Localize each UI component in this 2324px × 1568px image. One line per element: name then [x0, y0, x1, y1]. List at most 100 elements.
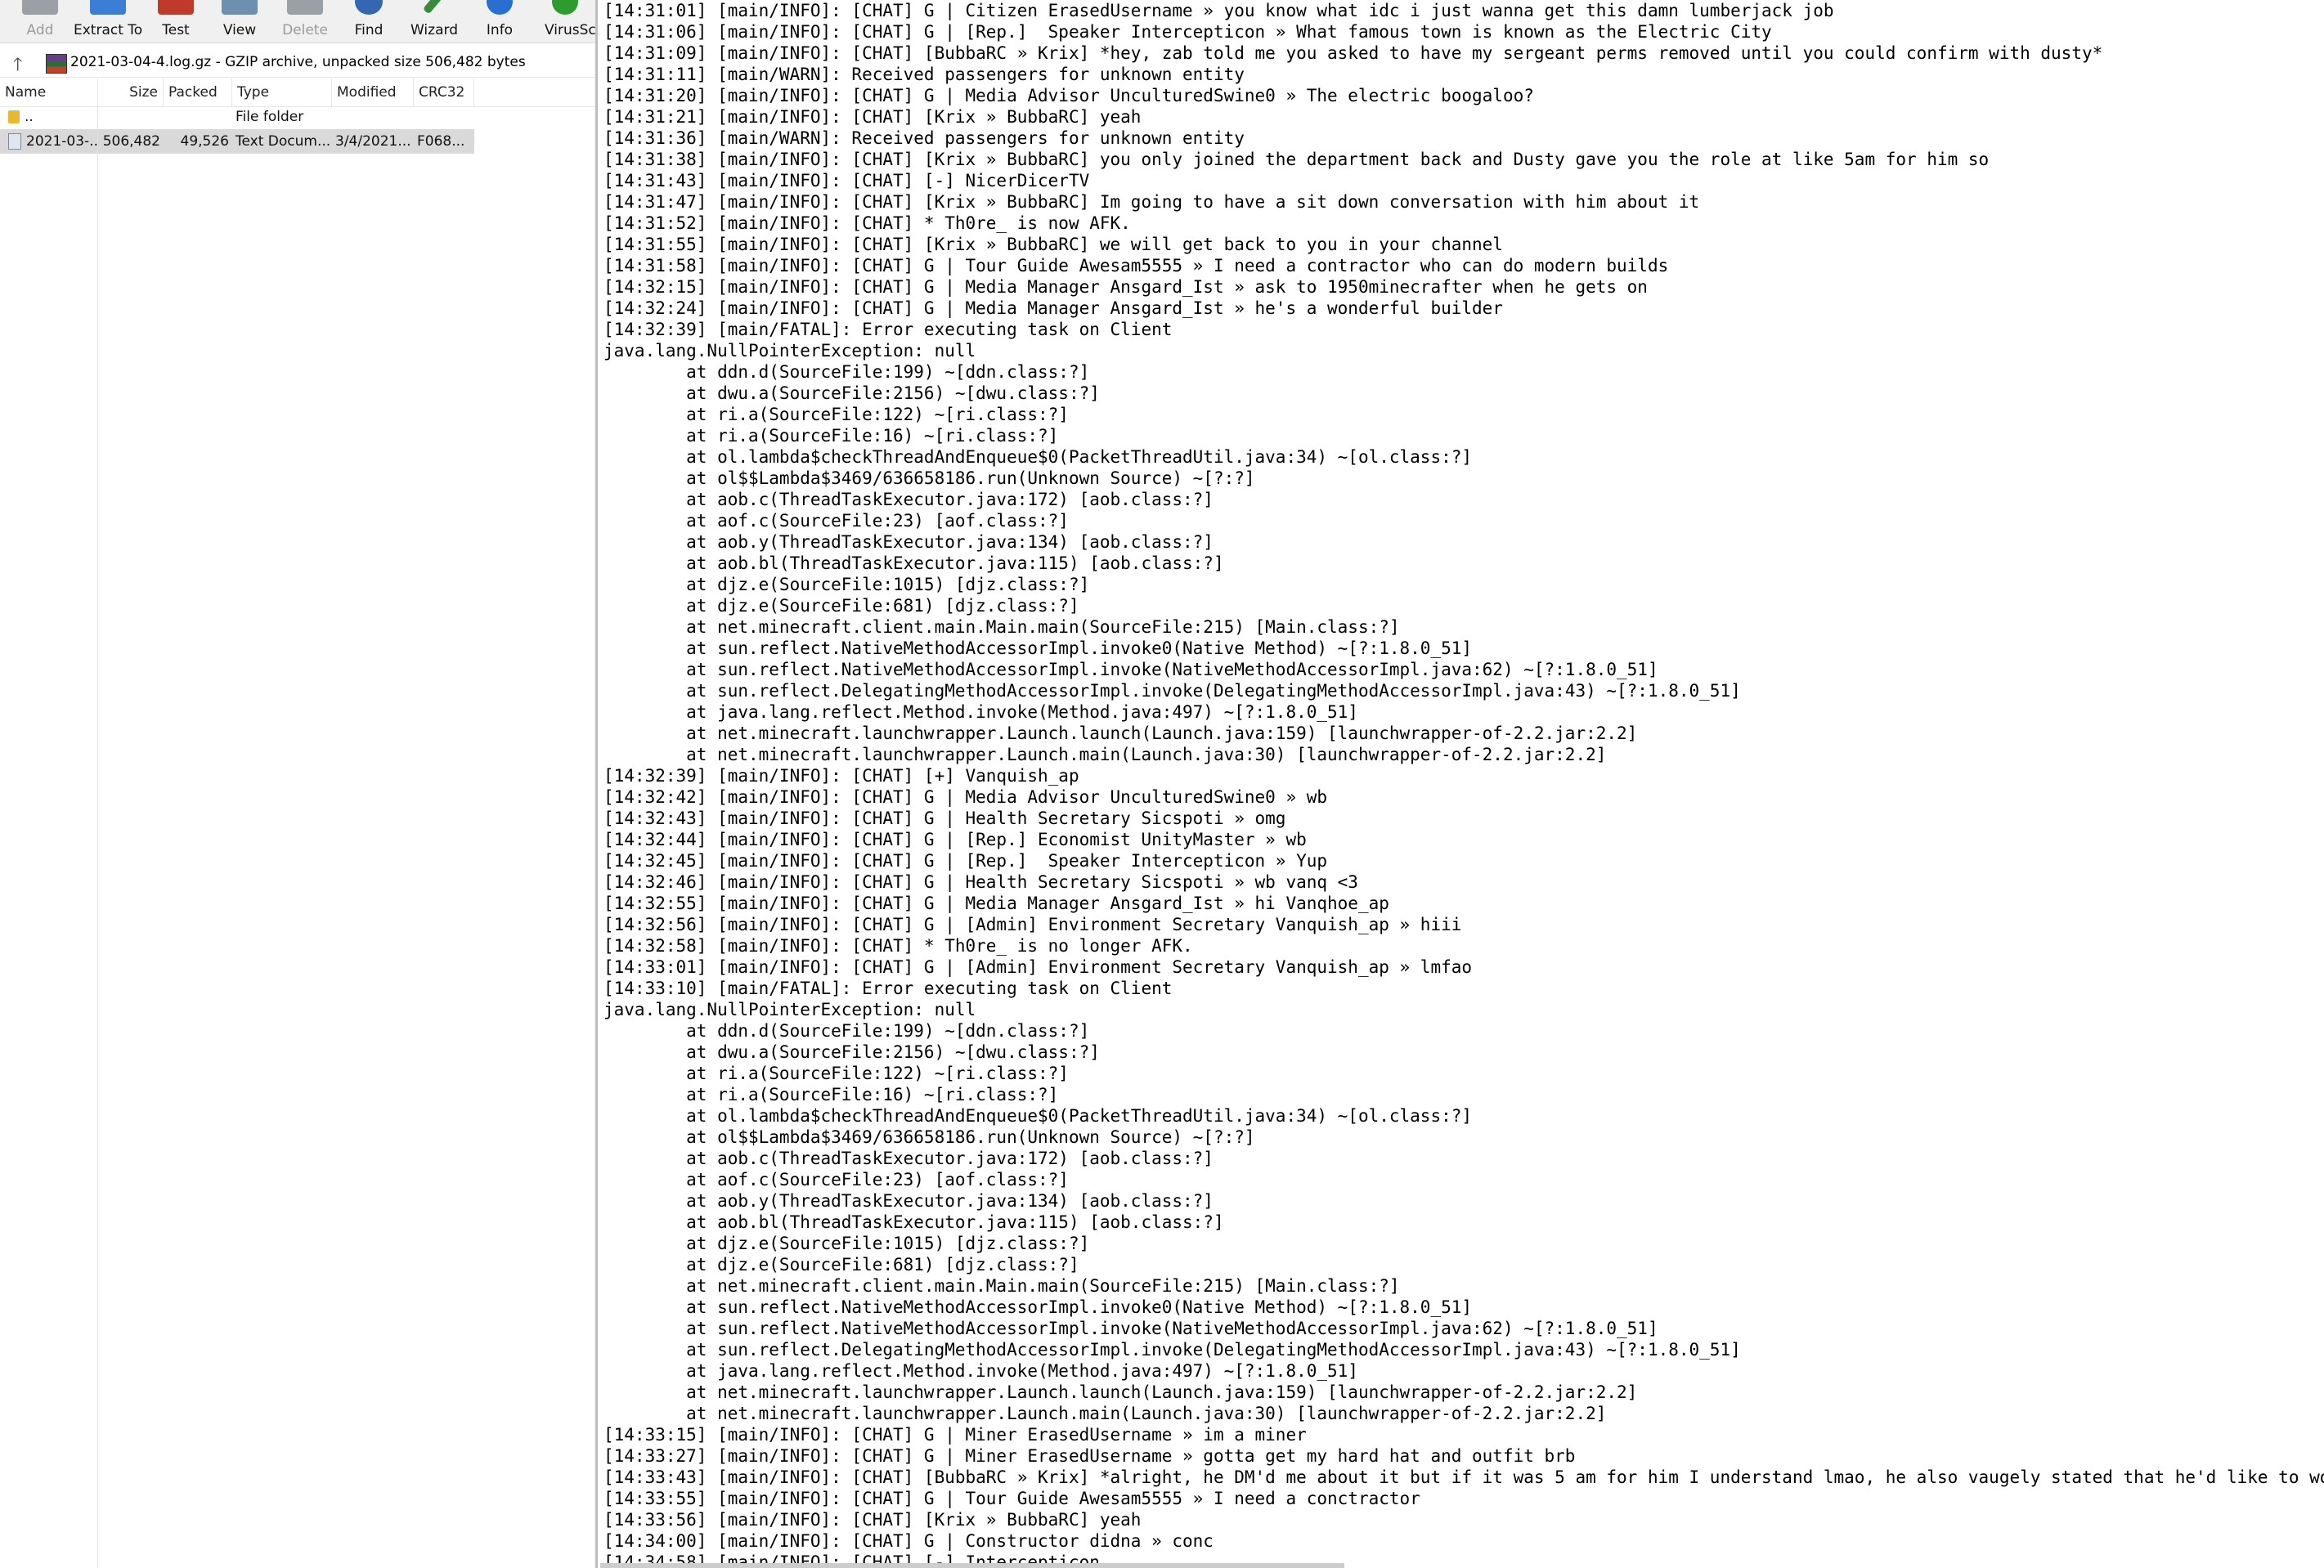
log-line: [14:34:00] [main/INFO]: [CHAT] G | Const…	[603, 1531, 1214, 1551]
log-line: at aob.bl(ThreadTaskExecutor.java:115) […	[603, 1212, 1224, 1232]
log-line: [14:31:58] [main/INFO]: [CHAT] G | Tour …	[603, 256, 1669, 276]
folder-icon	[8, 110, 20, 123]
log-line: at dwu.a(SourceFile:2156) ~[dwu.class:?]	[603, 383, 1100, 403]
archive-path: 2021-03-04-4.log.gz - GZIP archive, unpa…	[70, 54, 526, 70]
log-line: [14:33:10] [main/FATAL]: Error executing…	[603, 979, 1173, 998]
test-icon	[158, 0, 194, 15]
delete-button[interactable]: Delete	[273, 0, 337, 43]
info-button[interactable]: Info	[468, 0, 532, 43]
log-line: at djz.e(SourceFile:681) [djz.class:?]	[603, 596, 1079, 616]
log-line: at aof.c(SourceFile:23) [aof.class:?]	[603, 511, 1069, 531]
view-button[interactable]: View	[208, 0, 271, 43]
log-line: at java.lang.reflect.Method.invoke(Metho…	[603, 1361, 1358, 1381]
log-line: at sun.reflect.NativeMethodAccessorImpl.…	[603, 1319, 1658, 1338]
log-line: at net.minecraft.launchwrapper.Launch.la…	[603, 724, 1638, 743]
log-line: at aob.c(ThreadTaskExecutor.java:172) [a…	[603, 1149, 1214, 1168]
file-list-header: Name Size Packed Type Modified CRC32	[0, 78, 595, 107]
column-divider	[97, 106, 98, 1568]
log-line: at sun.reflect.DelegatingMethodAccessorI…	[603, 1340, 1741, 1360]
log-line: [14:31:11] [main/WARN]: Received passeng…	[603, 65, 1245, 84]
log-line: at ddn.d(SourceFile:199) ~[ddn.class:?]	[603, 362, 1090, 382]
log-line: [14:31:09] [main/INFO]: [CHAT] [BubbaRC …	[603, 43, 2103, 63]
column-header-name[interactable]: Name	[0, 78, 98, 106]
delete-icon	[287, 0, 323, 15]
view-icon	[222, 0, 258, 15]
log-line: at net.minecraft.launchwrapper.Launch.ma…	[603, 745, 1607, 764]
log-line: [14:31:01] [main/INFO]: [CHAT] G | Citiz…	[603, 1, 1834, 20]
gzip-archive-icon	[46, 54, 67, 74]
log-line: at ri.a(SourceFile:16) ~[ri.class:?]	[603, 1085, 1059, 1104]
log-line: [14:31:55] [main/INFO]: [CHAT] [Krix » B…	[603, 235, 1503, 254]
log-line: [14:32:55] [main/INFO]: [CHAT] G | Media…	[603, 894, 1389, 913]
extract-to-button[interactable]: Extract To	[74, 0, 142, 43]
log-line: [14:31:47] [main/INFO]: [CHAT] [Krix » B…	[603, 192, 1700, 212]
log-line: [14:32:39] [main/FATAL]: Error executing…	[603, 320, 1173, 339]
log-line: at ri.a(SourceFile:122) ~[ri.class:?]	[603, 405, 1069, 424]
log-line: at ol.lambda$checkThreadAndEnqueue$0(Pac…	[603, 447, 1473, 467]
horizontal-scrollbar[interactable]	[600, 1563, 1344, 1568]
log-line: [14:33:56] [main/INFO]: [CHAT] [Krix » B…	[603, 1510, 1142, 1530]
log-line: [14:32:39] [main/INFO]: [CHAT] [+] Vanqu…	[603, 766, 1079, 786]
up-arrow-icon[interactable]: 🡑	[13, 51, 22, 82]
find-icon	[355, 0, 383, 15]
log-line: at ri.a(SourceFile:16) ~[ri.class:?]	[603, 426, 1059, 446]
log-line: at ol$$Lambda$3469/636658186.run(Unknown…	[603, 468, 1255, 488]
log-text[interactable]: [14:31:01] [main/INFO]: [CHAT] G | Citiz…	[603, 0, 2324, 1568]
log-line: at aob.c(ThreadTaskExecutor.java:172) [a…	[603, 490, 1214, 509]
log-line: [14:33:43] [main/INFO]: [CHAT] [BubbaRC …	[603, 1467, 2324, 1487]
info-icon	[487, 0, 513, 15]
wizard-icon	[422, 0, 446, 15]
log-line: at djz.e(SourceFile:1015) [djz.class:?]	[603, 575, 1090, 594]
log-line: at net.minecraft.client.main.Main.main(S…	[603, 1276, 1400, 1296]
log-viewer[interactable]: [14:31:01] [main/INFO]: [CHAT] G | Citiz…	[600, 0, 2324, 1568]
log-line: at aob.y(ThreadTaskExecutor.java:134) [a…	[603, 1191, 1214, 1211]
log-line: [14:32:42] [main/INFO]: [CHAT] G | Media…	[603, 787, 1328, 807]
wizard-button[interactable]: Wizard	[402, 0, 466, 43]
log-line: [14:31:52] [main/INFO]: [CHAT] * Th0re_ …	[603, 213, 1131, 233]
log-line: [14:32:58] [main/INFO]: [CHAT] * Th0re_ …	[603, 936, 1193, 956]
log-line: [14:32:24] [main/INFO]: [CHAT] G | Media…	[603, 298, 1503, 318]
log-line: at aof.c(SourceFile:23) [aof.class:?]	[603, 1170, 1069, 1189]
address-bar[interactable]: 🡑 2021-03-04-4.log.gz - GZIP archive, un…	[0, 47, 595, 78]
log-line: java.lang.NullPointerException: null	[603, 341, 976, 361]
log-line: [14:32:44] [main/INFO]: [CHAT] G | [Rep.…	[603, 830, 1307, 849]
column-header-size[interactable]: Size	[98, 78, 164, 106]
column-header-modified[interactable]: Modified	[332, 78, 414, 106]
log-line: [14:32:43] [main/INFO]: [CHAT] G | Healt…	[603, 809, 1286, 828]
log-line: [14:33:15] [main/INFO]: [CHAT] G | Miner…	[603, 1425, 1307, 1445]
log-line: [14:31:38] [main/INFO]: [CHAT] [Krix » B…	[603, 150, 1990, 169]
find-button[interactable]: Find	[337, 0, 401, 43]
virusscan-button[interactable]: VirusSca	[533, 0, 595, 43]
column-header-packed[interactable]: Packed	[164, 78, 232, 106]
log-line: at sun.reflect.NativeMethodAccessorImpl.…	[603, 1297, 1473, 1317]
log-line: [14:32:46] [main/INFO]: [CHAT] G | Healt…	[603, 872, 1358, 892]
log-line: [14:31:20] [main/INFO]: [CHAT] G | Media…	[603, 86, 1534, 105]
list-item-log-file[interactable]: 2021-03-... 506,482 49,526 Text Docum...…	[0, 129, 474, 154]
add-icon	[22, 0, 58, 15]
log-line: [14:32:56] [main/INFO]: [CHAT] G | [Admi…	[603, 915, 1462, 934]
log-line: at sun.reflect.NativeMethodAccessorImpl.…	[603, 660, 1658, 679]
log-line: at sun.reflect.DelegatingMethodAccessorI…	[603, 681, 1741, 701]
column-header-type[interactable]: Type	[232, 78, 332, 106]
log-line: [14:31:36] [main/WARN]: Received passeng…	[603, 128, 1245, 148]
log-line: at djz.e(SourceFile:681) [djz.class:?]	[603, 1255, 1079, 1275]
log-line: at net.minecraft.launchwrapper.Launch.ma…	[603, 1404, 1607, 1423]
log-line: at ddn.d(SourceFile:199) ~[ddn.class:?]	[603, 1021, 1090, 1041]
log-line: [14:33:01] [main/INFO]: [CHAT] G | [Admi…	[603, 957, 1473, 977]
toolbar: Add Extract To Test View Delete Find Wiz…	[0, 0, 595, 43]
log-line: java.lang.NullPointerException: null	[603, 1000, 976, 1019]
test-button[interactable]: Test	[144, 0, 208, 43]
text-document-icon	[8, 133, 21, 150]
log-line: [14:31:21] [main/INFO]: [CHAT] [Krix » B…	[603, 107, 1142, 127]
column-header-crc32[interactable]: CRC32	[414, 78, 474, 106]
archive-window: Add Extract To Test View Delete Find Wiz…	[0, 0, 598, 1568]
log-line: at djz.e(SourceFile:1015) [djz.class:?]	[603, 1234, 1090, 1253]
extract-icon	[90, 0, 126, 15]
add-button[interactable]: Add	[8, 0, 72, 43]
list-item-parent-folder[interactable]: .. File folder	[0, 105, 474, 129]
virusscan-icon	[552, 0, 578, 15]
log-line: [14:33:55] [main/INFO]: [CHAT] G | Tour …	[603, 1489, 1420, 1508]
log-line: at net.minecraft.client.main.Main.main(S…	[603, 617, 1400, 637]
log-line: at dwu.a(SourceFile:2156) ~[dwu.class:?]	[603, 1042, 1100, 1062]
log-line: at net.minecraft.launchwrapper.Launch.la…	[603, 1382, 1638, 1402]
